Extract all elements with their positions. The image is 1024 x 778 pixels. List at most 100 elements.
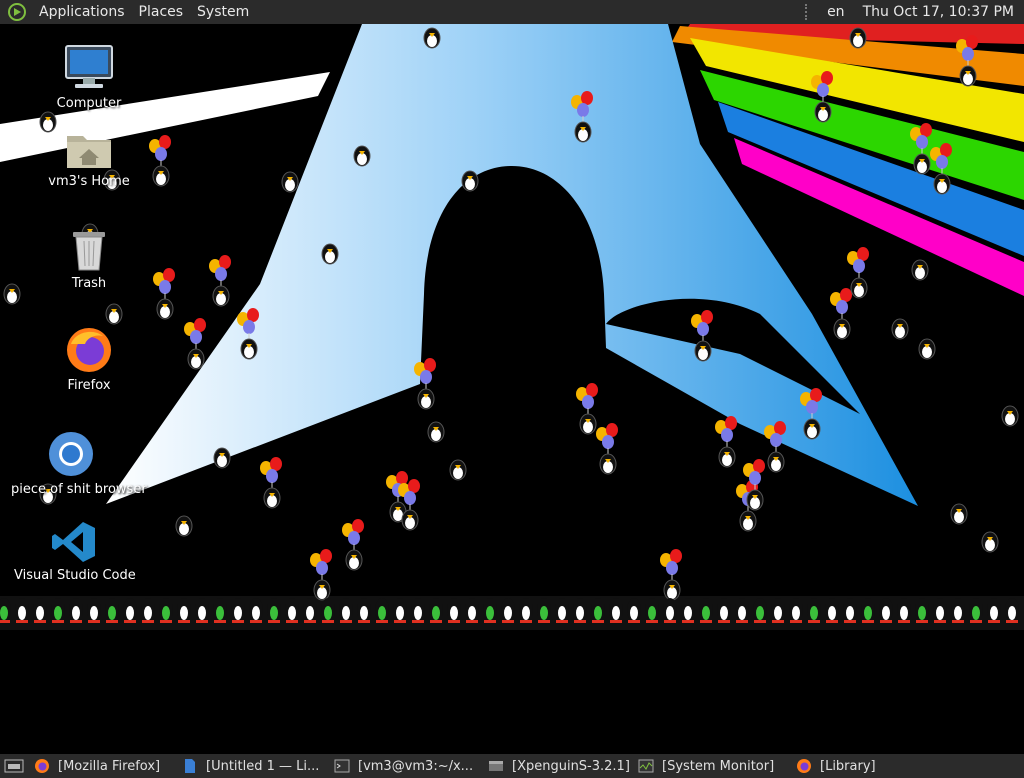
balloon-penguin — [811, 71, 833, 123]
balloon-penguin — [715, 416, 737, 468]
crowd-penguin — [717, 598, 731, 623]
penguin — [105, 303, 123, 325]
panel-separator — [805, 4, 813, 20]
penguin — [281, 171, 299, 193]
taskbar-item-terminal[interactable]: [vm3@vm3:~/x... — [330, 755, 484, 777]
penguin — [423, 27, 441, 49]
crowd-penguin — [465, 598, 479, 623]
penguin — [39, 111, 57, 133]
firefox-icon — [797, 759, 811, 773]
penguin — [918, 338, 936, 360]
applications-menu[interactable]: Applications — [32, 0, 132, 24]
taskbar-item-system-monitor[interactable]: [System Monitor] — [634, 755, 792, 777]
balloon-penguin — [800, 388, 822, 440]
desktop-icon-trash[interactable]: Trash — [29, 226, 149, 291]
penguin — [849, 27, 867, 49]
balloon-penguin — [830, 288, 852, 340]
crowd-penguin — [1005, 598, 1019, 623]
penguin — [950, 503, 968, 525]
balloon-penguin — [260, 457, 282, 509]
taskbar-item-label: [Untitled 1 — Li... — [206, 758, 320, 774]
balloon-penguin — [342, 519, 364, 571]
balloon-penguin — [596, 423, 618, 475]
crowd-penguin — [141, 598, 155, 623]
balloon-penguin — [956, 35, 978, 87]
penguin — [449, 459, 467, 481]
crowd-penguin — [123, 598, 137, 623]
penguin — [3, 283, 21, 305]
penguin — [461, 170, 479, 192]
crowd-penguin — [861, 598, 875, 623]
clock[interactable]: Thu Oct 17, 10:37 PM — [855, 4, 1024, 20]
taskbar-item-xpenguins[interactable]: [XpenguinS-3.2.1] — [484, 755, 634, 777]
taskbar-item-label: [System Monitor] — [662, 758, 775, 774]
balloon-penguin — [153, 268, 175, 320]
crowd-penguin — [591, 598, 605, 623]
balloon-penguin — [237, 308, 259, 360]
crowd-penguin — [771, 598, 785, 623]
desktop-icon-label: Trash — [71, 276, 107, 291]
penguin — [891, 318, 909, 340]
penguin — [1001, 405, 1019, 427]
taskbar-item-firefox[interactable]: [Mozilla Firefox] — [30, 755, 178, 777]
crowd-penguin — [951, 598, 965, 623]
crowd-penguin — [843, 598, 857, 623]
desktop-icon-home[interactable]: vm3's Home — [29, 130, 149, 189]
crowd-penguin — [609, 598, 623, 623]
crowd-penguin — [447, 598, 461, 623]
balloon-penguin — [184, 318, 206, 370]
crowd-penguin — [321, 598, 335, 623]
balloon-penguin — [149, 135, 171, 187]
taskbar-item-label: [Mozilla Firefox] — [58, 758, 161, 774]
taskbar-item-library[interactable]: [Library] — [792, 755, 902, 777]
chromium-icon — [49, 432, 93, 476]
vscode-icon — [52, 522, 95, 562]
keyboard-layout-indicator[interactable]: en — [821, 4, 855, 20]
balloon-penguin — [310, 549, 332, 601]
show-desktop-icon[interactable] — [4, 758, 24, 774]
penguin — [321, 243, 339, 265]
crowd-penguin — [555, 598, 569, 623]
balloon-penguin — [930, 143, 952, 195]
crowd-penguin — [483, 598, 497, 623]
penguin — [175, 515, 193, 537]
crowd-penguin — [33, 598, 47, 623]
crowd-penguin — [753, 598, 767, 623]
crowd-penguin — [51, 598, 65, 623]
crowd-penguin — [105, 598, 119, 623]
desktop-icon-label: piece of shit browser — [11, 482, 147, 497]
crowd-penguin — [303, 598, 317, 623]
crowd-penguin — [357, 598, 371, 623]
crowd-penguin — [411, 598, 425, 623]
taskbar-item-label: [XpenguinS-3.2.1] — [512, 758, 630, 774]
penguin-sprites — [0, 27, 1019, 623]
desktop-icon-computer[interactable]: Computer — [29, 44, 149, 111]
crowd-penguin — [735, 598, 749, 623]
penguin — [981, 531, 999, 553]
crowd-penguin — [195, 598, 209, 623]
places-menu[interactable]: Places — [132, 0, 191, 24]
desktop-icon-vscode[interactable]: Visual Studio Code — [14, 520, 136, 583]
desktop-icon-firefox[interactable]: Firefox — [29, 326, 149, 393]
penguin — [213, 447, 231, 469]
menu-logo-icon[interactable] — [8, 3, 26, 21]
crowd-penguin — [897, 598, 911, 623]
crowd-penguin — [663, 598, 677, 623]
crowd-penguin — [15, 598, 29, 623]
taskbar-item-libreoffice[interactable]: [Untitled 1 — Li... — [178, 755, 330, 777]
system-menu[interactable]: System — [190, 0, 256, 24]
crowd-penguin — [915, 598, 929, 623]
firefox-icon — [67, 328, 111, 372]
crowd-penguin — [501, 598, 515, 623]
taskbar-item-label: [vm3@vm3:~/x... — [358, 758, 474, 774]
window-icon — [489, 761, 503, 771]
balloon-penguin — [576, 383, 598, 435]
crowd-penguin — [375, 598, 389, 623]
penguin — [353, 145, 371, 167]
crowd-penguin — [645, 598, 659, 623]
bottom-panel: [Mozilla Firefox] [Untitled 1 — Li... [v… — [0, 754, 1024, 778]
terminal-icon — [334, 759, 350, 773]
crowd-penguin — [87, 598, 101, 623]
crowd-penguin — [393, 598, 407, 623]
desktop-icon-chromium[interactable]: piece of shit browser — [11, 430, 147, 497]
